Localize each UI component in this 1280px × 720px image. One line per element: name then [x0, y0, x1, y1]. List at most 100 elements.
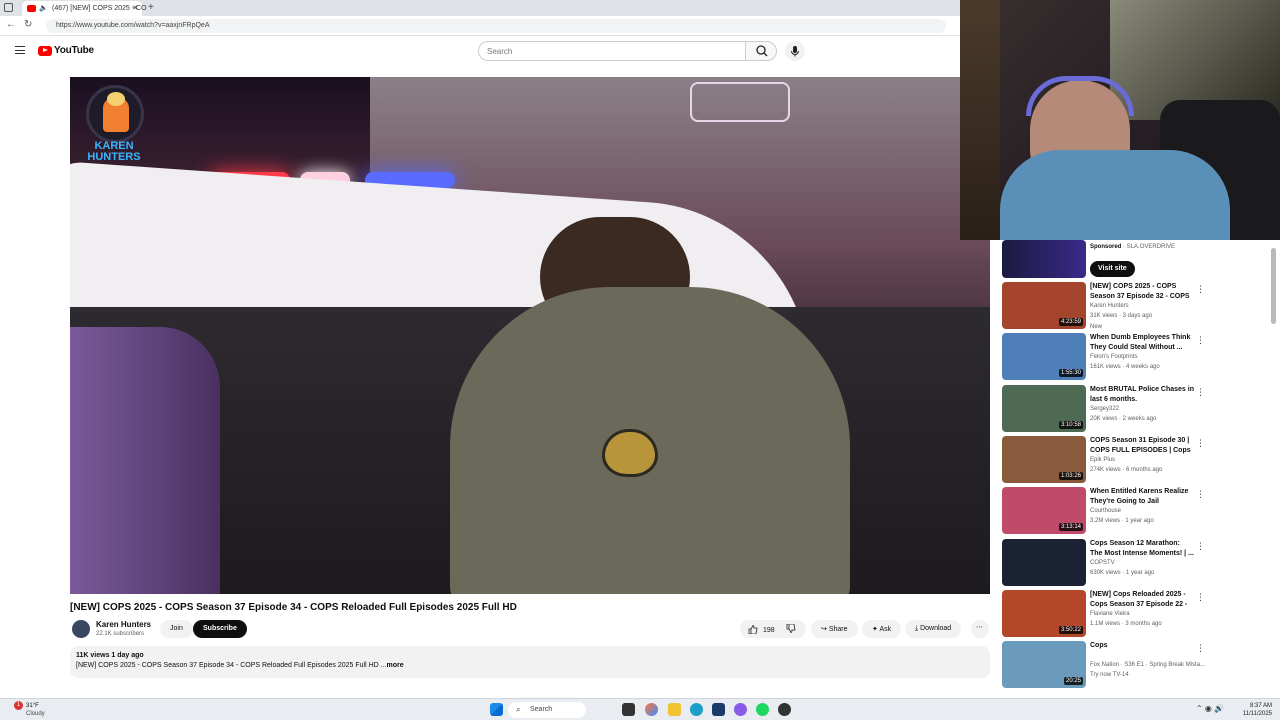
more-vertical-icon[interactable]: ⋮	[1196, 643, 1205, 654]
video-thumbnail[interactable]: 3:10:58	[1002, 384, 1086, 432]
sponsored-label: Sponsored	[1090, 244, 1122, 250]
youtube-favicon-icon	[27, 5, 36, 12]
related-video-meta: Try now TV-14	[1090, 672, 1129, 679]
related-video-title[interactable]: When Dumb Employees Think They Could Ste…	[1090, 333, 1194, 353]
tab-menu-icon[interactable]	[4, 3, 13, 12]
video-thumbnail[interactable]: 3:50:22	[1002, 589, 1086, 637]
app-icon[interactable]	[712, 703, 725, 716]
sponsored-thumbnail[interactable]	[1002, 240, 1086, 278]
more-vertical-icon[interactable]: ⋮	[1196, 284, 1205, 295]
related-video-item[interactable]: 1:55:30 When Dumb Employees Think They Co…	[1002, 333, 1272, 381]
related-video-title[interactable]: [NEW] Cops Reloaded 2025 - Cops Season 3…	[1090, 590, 1194, 610]
tray-icons[interactable]: ⌃ ◉ 🔊	[1196, 704, 1224, 713]
download-button[interactable]: ⤓ Download	[905, 620, 962, 638]
related-video-title[interactable]: Most BRUTAL Police Chases in last 6 mont…	[1090, 385, 1194, 405]
back-arrow-icon[interactable]: ←	[6, 19, 16, 30]
related-video-channel[interactable]: Epik Plus	[1090, 457, 1115, 463]
channel-avatar[interactable]	[72, 620, 90, 638]
task-view-icon[interactable]	[622, 703, 635, 716]
more-actions-button[interactable]: ⋯	[971, 620, 989, 638]
new-tab-button[interactable]: +	[148, 2, 154, 13]
more-vertical-icon[interactable]: ⋮	[1196, 387, 1205, 398]
related-video-title[interactable]: When Entitled Karens Realize They're Goi…	[1090, 487, 1194, 507]
related-video-channel[interactable]: Courthouse	[1090, 508, 1121, 514]
related-video-channel[interactable]: Flaviane Vieira	[1090, 611, 1130, 617]
visit-site-button[interactable]: Visit site	[1090, 261, 1135, 277]
related-video-channel[interactable]: Felon's Footprints	[1090, 354, 1138, 360]
related-video-channel[interactable]: Fox Nation · S36 E1 · Spring Break Mista…	[1090, 662, 1205, 668]
edge-browser-icon[interactable]	[690, 703, 703, 716]
reload-icon[interactable]: ↻	[24, 19, 32, 30]
related-video-title[interactable]: [NEW] COPS 2025 - COPS Season 37 Episode…	[1090, 282, 1194, 302]
video-thumbnail[interactable]: 1:03:26	[1002, 435, 1086, 483]
related-video-item[interactable]: 3:50:22 [NEW] Cops Reloaded 2025 - Cops S…	[1002, 589, 1272, 638]
download-icon: ⤓	[915, 625, 919, 632]
dislike-button[interactable]	[786, 623, 796, 635]
video-thumbnail[interactable]: 4:23:59	[1002, 282, 1086, 329]
like-count: 198	[762, 627, 775, 634]
spotify-icon[interactable]	[756, 703, 769, 716]
close-tab-icon[interactable]: ✕	[132, 4, 138, 12]
sparkle-icon: ✦	[872, 626, 878, 633]
discord-icon[interactable]	[734, 703, 747, 716]
related-video-title[interactable]: Cops	[1090, 641, 1194, 651]
speaker-icon[interactable]: 🔈	[39, 4, 48, 12]
windows-taskbar: 1 31°F Cloudy ⌕ Search ⌃ ◉ 🔊 8:37 AM 11/…	[0, 698, 1280, 720]
related-video-meta: 274K views · 6 months ago	[1090, 466, 1163, 473]
file-explorer-icon[interactable]	[668, 703, 681, 716]
url-field[interactable]: https://www.youtube.com/watch?v=aaxjnFRp…	[46, 19, 946, 33]
like-button[interactable]: 198	[748, 625, 775, 635]
copilot-icon[interactable]	[645, 703, 658, 716]
video-player[interactable]: KAREN HUNTERS	[70, 77, 990, 594]
more-vertical-icon[interactable]: ⋮	[1196, 335, 1205, 346]
join-button[interactable]: Join	[160, 620, 193, 638]
search-icon	[756, 45, 768, 57]
weather-widget[interactable]: 1	[4, 701, 23, 716]
video-thumbnail[interactable]: 20:25	[1002, 641, 1086, 689]
thumbs-down-icon	[786, 623, 796, 633]
related-video-channel[interactable]: Karen Hunters	[1090, 303, 1129, 309]
ask-label: Ask	[879, 626, 892, 633]
related-video-title[interactable]: COPS Season 31 Episode 30 | COPS FULL EP…	[1090, 436, 1194, 456]
related-video-item[interactable]: 20:25 Cops Fox Nation · S36 E1 · Spring Br…	[1002, 641, 1272, 689]
clock[interactable]: 8:37 AM 11/11/2025	[1234, 702, 1272, 718]
related-video-channel[interactable]: Sergey322	[1090, 406, 1119, 412]
related-video-item[interactable]: 4:23:59 [NEW] COPS 2025 - COPS Season 37 …	[1002, 282, 1272, 330]
ask-button[interactable]: ✦ Ask	[862, 620, 902, 638]
subscribe-button[interactable]: Subscribe	[193, 620, 247, 638]
search-input[interactable]: Search	[478, 41, 746, 61]
windows-start-icon[interactable]	[490, 703, 503, 716]
more-vertical-icon[interactable]: ⋮	[1196, 489, 1205, 500]
related-video-item[interactable]: 3:13:14 When Entitled Karens Realize They…	[1002, 487, 1272, 535]
search-button[interactable]	[745, 41, 777, 61]
related-video-item[interactable]: Cops Season 12 Marathon: The Most Intens…	[1002, 538, 1272, 587]
youtube-play-icon	[38, 45, 52, 56]
subscriber-count: 22.1K subscribers	[96, 631, 145, 637]
related-video-title[interactable]: Cops Season 12 Marathon: The Most Intens…	[1090, 539, 1194, 559]
channel-name[interactable]: Karen Hunters	[96, 620, 151, 629]
download-label: Download	[920, 625, 952, 632]
video-thumbnail[interactable]: 1:55:30	[1002, 333, 1086, 381]
microphone-icon	[791, 46, 799, 57]
youtube-logo[interactable]: YouTube	[38, 45, 94, 56]
video-duration: 1:03:26	[1058, 471, 1083, 480]
chrome-icon[interactable]	[778, 703, 791, 716]
taskbar-search[interactable]: ⌕ Search	[508, 702, 586, 718]
video-thumbnail[interactable]	[1002, 538, 1086, 586]
menu-icon[interactable]	[15, 46, 25, 54]
browser-tab-active[interactable]: 🔈 (467) [NEW] COPS 2025 - CO ✕	[22, 1, 147, 16]
taskbar-search-label: Search	[530, 706, 553, 713]
karen-hunters-watermark: KAREN HUNTERS	[80, 85, 148, 175]
more-vertical-icon[interactable]: ⋮	[1196, 592, 1205, 603]
weather-text[interactable]: 31°F Cloudy	[26, 702, 45, 718]
share-button[interactable]: ↪ Share	[811, 620, 858, 638]
voice-search-button[interactable]	[785, 41, 805, 61]
related-video-channel[interactable]: COPSTV	[1090, 560, 1115, 566]
more-vertical-icon[interactable]: ⋮	[1196, 438, 1205, 449]
video-thumbnail[interactable]: 3:13:14	[1002, 487, 1086, 535]
page-scrollbar[interactable]	[1271, 248, 1276, 324]
more-vertical-icon[interactable]: ⋮	[1196, 541, 1205, 552]
related-video-item[interactable]: 3:10:58 Most BRUTAL Police Chases in last…	[1002, 384, 1272, 433]
related-video-item[interactable]: 1:03:26 COPS Season 31 Episode 30 | COPS …	[1002, 435, 1272, 484]
description-more-link[interactable]: more	[386, 662, 403, 669]
